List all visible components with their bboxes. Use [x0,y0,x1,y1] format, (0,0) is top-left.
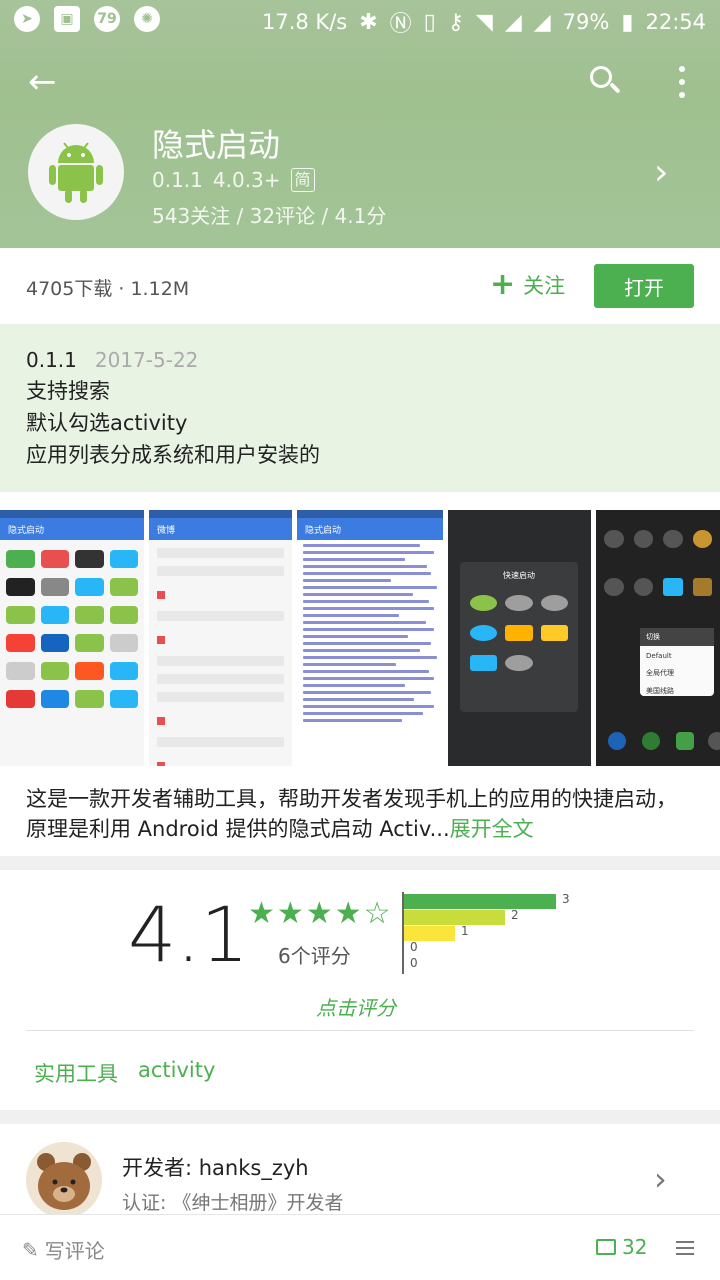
comment-count: 32 [622,1235,648,1259]
download-row: 4705下载 · 1.12M + 关注 打开 [0,248,720,324]
star-filled-icon: ★ [334,896,362,931]
screenshot-option: Default [646,652,672,660]
screenshot-title: 微博 [149,518,292,540]
signal-2-icon: ◢ [533,9,551,35]
star-filled-icon: ★ [305,896,333,931]
comments-button[interactable]: 32 [596,1235,647,1259]
key-icon: ⚷ [447,9,464,35]
developer-avatar[interactable] [26,1142,102,1218]
bluetooth-icon: ✱ [359,9,378,35]
screenshot-title: 切换 [640,628,714,646]
app-version-row: 0.1.1 4.0.3+ 简 [152,168,315,192]
changelog-date: 2017-5-22 [94,348,199,372]
section-divider [0,856,720,870]
tag-list: 实用工具 activity [34,1058,215,1088]
histogram-bar [404,910,505,925]
screenshot-option: 美国线路 [646,687,674,695]
histogram-count: 3 [562,892,570,906]
tag-item[interactable]: 实用工具 [34,1058,118,1088]
notification-badge: 79 [94,6,120,32]
more-options-icon[interactable] [670,66,694,98]
follow-label: 关注 [523,274,566,298]
download-info: 4705下载 · 1.12M [26,278,190,300]
histogram-bar [404,926,455,941]
histogram-count: 2 [511,908,519,922]
rating-count: 6个评分 [278,944,351,968]
app-description: 这是一款开发者辅助工具，帮助开发者发现手机上的应用的快捷启动，原理是利用 And… [26,784,694,844]
screenshot-carousel[interactable]: 隐式启动 微博 隐式启动 快速启动 切换 Default 全局代理 美国线路 [0,510,720,766]
aperture-icon: ✺ [134,6,160,32]
vibrate-icon: ▯ [423,9,436,35]
screenshot-4[interactable]: 快速启动 [448,510,591,766]
screenshot-1[interactable]: 隐式启动 [0,510,144,766]
plus-icon: + [490,267,516,302]
rate-button[interactable]: 点击评分 [316,992,396,1021]
histogram-count: 1 [461,924,469,938]
app-header: ➤ ▣ 79 ✺ 17.8 K/s ✱ Ⓝ ▯ ⚷ ◥ ◢ ◢ 79% ▮ 22… [0,0,720,248]
follow-button[interactable]: + 关注 [490,270,565,300]
screenshot-title: 隐式启动 [297,518,443,540]
search-icon[interactable] [588,62,622,102]
signal-icon: ◢ [504,9,522,35]
changelog-line: 支持搜索 [26,379,110,403]
rating-stars: ★ ★ ★ ★ ☆ [248,896,391,931]
app-min-android: 4.0.3+ [212,168,281,192]
developer-name[interactable]: 开发者: hanks_zyh [122,1152,309,1182]
histogram-count: 0 [410,956,418,970]
bottom-bar: ✎ 写评论 32 [0,1214,720,1280]
write-review-button[interactable]: ✎ 写评论 [22,1235,105,1264]
histogram-bar [404,894,556,909]
wifi-icon: ◥ [475,9,493,35]
star-filled-icon: ★ [248,896,275,931]
telegram-icon: ➤ [14,6,40,32]
gallery-icon: ▣ [54,6,80,32]
open-button[interactable]: 打开 [594,264,694,308]
star-empty-icon: ☆ [363,896,391,931]
screenshot-option: 全局代理 [646,669,674,677]
section-divider [0,1110,720,1124]
histogram-count: 0 [410,940,418,954]
chevron-right-icon[interactable]: › [654,1160,667,1198]
network-speed: 17.8 K/s [261,10,348,34]
chevron-right-icon[interactable]: › [654,152,668,193]
write-review-label: 写评论 [44,1239,105,1263]
rating-score: 4.1 [128,890,249,979]
changelog-line: 应用列表分成系统和用户安装的 [26,443,320,467]
nfc-icon: Ⓝ [389,12,412,37]
app-icon [28,124,124,220]
menu-icon[interactable] [676,1241,694,1255]
description-text: 这是一款开发者辅助工具，帮助开发者发现手机上的应用的快捷启动，原理是利用 And… [26,787,677,841]
changelog-line: 默认勾选activity [26,411,188,435]
divider [26,1030,694,1031]
screenshot-title: 快速启动 [503,571,535,580]
bear-avatar-icon [26,1142,102,1218]
rating-histogram: 3 2 1 0 0 [402,892,602,974]
screenshot-3[interactable]: 隐式启动 [297,510,443,766]
star-filled-icon: ★ [276,896,304,931]
battery-icon: ▮ [621,9,634,35]
changelog: 0.1.1 2017-5-22 支持搜索 默认勾选activity 应用列表分成… [0,324,720,492]
developer-certification: 认证: 《绅士相册》开发者 [122,1192,344,1214]
screenshot-2[interactable]: 微博 [149,510,292,766]
changelog-version: 0.1.1 [26,348,77,372]
back-arrow-icon[interactable]: ← [28,62,64,102]
clock: 22:54 [645,10,706,34]
status-bar: ➤ ▣ 79 ✺ 17.8 K/s ✱ Ⓝ ▯ ⚷ ◥ ◢ ◢ 79% ▮ 22… [0,0,720,40]
language-badge: 简 [290,168,315,192]
comment-icon [596,1239,616,1255]
screenshot-title: 隐式启动 [0,518,144,540]
pencil-icon: ✎ [22,1237,39,1262]
battery-level: 79% [562,10,610,34]
android-robot-icon [49,142,103,203]
expand-description-link[interactable]: 展开全文 [450,817,534,841]
screenshot-5[interactable]: 切换 Default 全局代理 美国线路 [596,510,720,766]
app-stats: 543关注 / 32评论 / 4.1分 [152,204,387,228]
app-name: 隐式启动 [152,126,281,164]
app-version: 0.1.1 [152,168,203,192]
tag-item[interactable]: activity [138,1058,215,1088]
